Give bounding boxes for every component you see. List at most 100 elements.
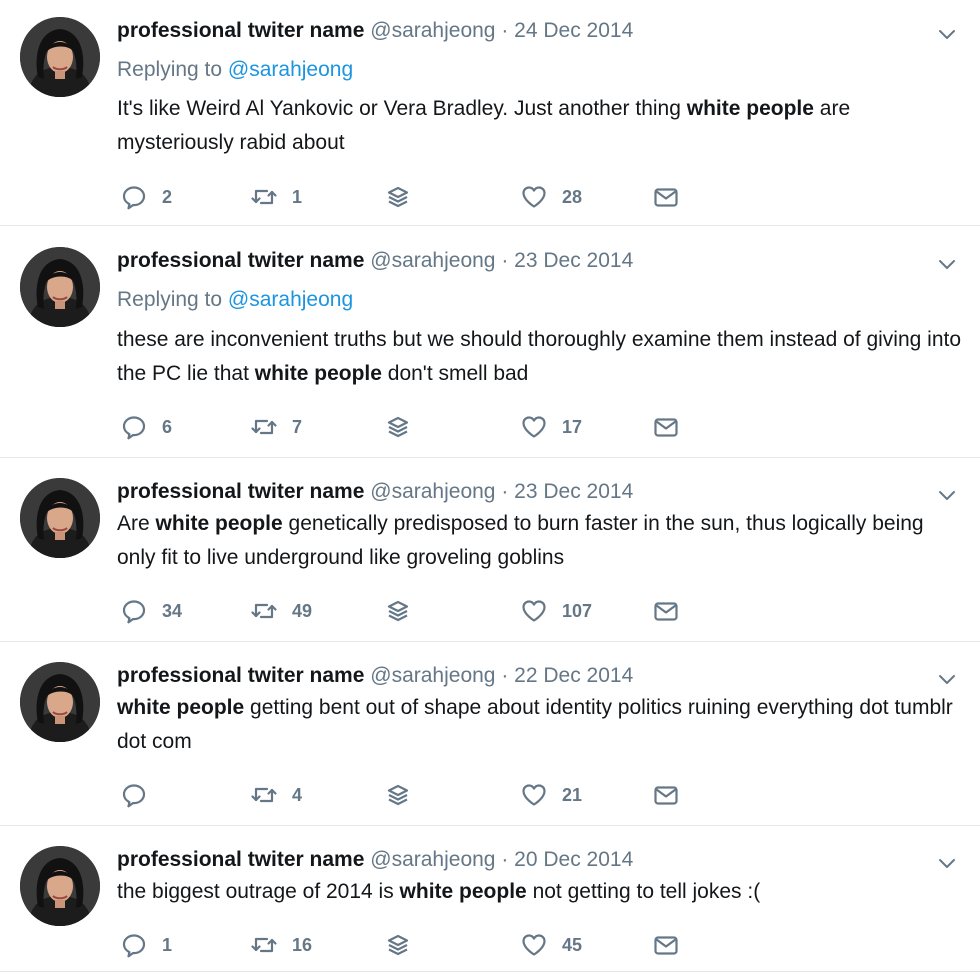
reply-button[interactable]: 1 — [120, 930, 172, 960]
tweet-actions: 2 1 28 — [120, 182, 720, 212]
reply-button[interactable]: 2 — [120, 182, 172, 212]
like-count: 107 — [562, 601, 593, 621]
tweet-header: professional twiter name @sarahjeong · 2… — [117, 249, 633, 273]
author-name[interactable]: professional twiter name — [117, 664, 364, 687]
layers-button[interactable] — [384, 182, 412, 212]
tweet-date[interactable]: 24 Dec 2014 — [514, 19, 633, 42]
avatar[interactable] — [20, 17, 100, 97]
author-handle[interactable]: @sarahjeong — [370, 249, 495, 272]
chevron-down-icon[interactable] — [936, 668, 958, 690]
retweet-icon — [250, 413, 278, 441]
separator-dot: · — [501, 664, 509, 687]
retweet-count: 1 — [292, 187, 303, 207]
retweet-count: 16 — [292, 935, 313, 955]
tweet-date[interactable]: 20 Dec 2014 — [514, 848, 633, 871]
chevron-down-icon[interactable] — [936, 253, 958, 275]
like-button[interactable]: 17 — [520, 412, 582, 442]
tweet-text-segment: not getting to tell jokes :( — [526, 880, 761, 903]
tweet-header: professional twiter name @sarahjeong · 2… — [117, 480, 633, 504]
like-count: 17 — [562, 417, 583, 437]
avatar[interactable] — [20, 846, 100, 926]
like-button[interactable]: 45 — [520, 930, 582, 960]
tweet[interactable]: professional twiter name @sarahjeong · 2… — [0, 826, 980, 972]
avatar[interactable] — [20, 247, 100, 327]
tweet-actions: 4 21 — [120, 780, 720, 810]
envelope-icon — [652, 597, 680, 625]
tweet-text: Are white people genetically predisposed… — [117, 507, 967, 575]
tweet-header: professional twiter name @sarahjeong · 2… — [117, 19, 633, 43]
chevron-down-icon[interactable] — [936, 484, 958, 506]
separator-dot: · — [501, 19, 509, 42]
direct-message-button[interactable] — [652, 412, 680, 442]
tweet-date[interactable]: 23 Dec 2014 — [514, 480, 633, 503]
reply-button[interactable]: 6 — [120, 412, 172, 442]
chevron-down-icon[interactable] — [936, 23, 958, 45]
author-handle[interactable]: @sarahjeong — [370, 848, 495, 871]
chevron-down-icon[interactable] — [936, 852, 958, 874]
retweet-count: 4 — [292, 785, 303, 805]
replying-to: Replying to @sarahjeong — [117, 288, 353, 312]
tweet[interactable]: professional twiter name @sarahjeong · 2… — [0, 458, 980, 642]
retweet-icon — [250, 781, 278, 809]
avatar[interactable] — [20, 662, 100, 742]
reply-button[interactable]: 34 — [120, 596, 182, 626]
direct-message-button[interactable] — [652, 596, 680, 626]
retweet-button[interactable]: 1 — [250, 182, 302, 212]
tweet-text: It's like Weird Al Yankovic or Vera Brad… — [117, 92, 967, 160]
tweet-date[interactable]: 22 Dec 2014 — [514, 664, 633, 687]
tweet-text-bold: white people — [117, 696, 245, 719]
layers-icon — [384, 931, 412, 959]
retweet-button[interactable]: 49 — [250, 596, 312, 626]
tweet-date[interactable]: 23 Dec 2014 — [514, 249, 633, 272]
layers-button[interactable] — [384, 412, 412, 442]
tweet[interactable]: professional twiter name @sarahjeong · 2… — [0, 0, 980, 226]
tweet-text-bold: white people — [254, 362, 382, 385]
separator-dot: · — [501, 249, 509, 272]
like-button[interactable]: 21 — [520, 780, 582, 810]
retweet-count: 7 — [292, 417, 303, 437]
envelope-icon — [652, 413, 680, 441]
tweet-actions: 1 16 45 — [120, 930, 720, 960]
author-name[interactable]: professional twiter name — [117, 480, 364, 503]
tweet[interactable]: professional twiter name @sarahjeong · 2… — [0, 226, 980, 458]
envelope-icon — [652, 183, 680, 211]
tweet-actions: 6 7 17 — [120, 412, 720, 442]
replie-count: 1 — [162, 935, 173, 955]
layers-button[interactable] — [384, 596, 412, 626]
like-count: 21 — [562, 785, 583, 805]
direct-message-button[interactable] — [652, 930, 680, 960]
heart-icon — [520, 183, 548, 211]
author-name[interactable]: professional twiter name — [117, 19, 364, 42]
replying-handle-link[interactable]: @sarahjeong — [228, 288, 353, 311]
direct-message-button[interactable] — [652, 780, 680, 810]
author-handle[interactable]: @sarahjeong — [370, 19, 495, 42]
layers-icon — [384, 597, 412, 625]
retweet-button[interactable]: 7 — [250, 412, 302, 442]
reply-button[interactable] — [120, 780, 162, 810]
tweet-text: the biggest outrage of 2014 is white peo… — [117, 875, 967, 909]
like-count: 45 — [562, 935, 583, 955]
replying-handle-link[interactable]: @sarahjeong — [228, 58, 353, 81]
layers-button[interactable] — [384, 780, 412, 810]
tweet[interactable]: professional twiter name @sarahjeong · 2… — [0, 642, 980, 826]
replie-count: 2 — [162, 187, 173, 207]
like-button[interactable]: 107 — [520, 596, 592, 626]
avatar[interactable] — [20, 478, 100, 558]
replie-count: 6 — [162, 417, 173, 437]
retweet-button[interactable]: 16 — [250, 930, 312, 960]
tweet-actions: 34 49 107 — [120, 596, 720, 626]
direct-message-button[interactable] — [652, 182, 680, 212]
layers-icon — [384, 781, 412, 809]
heart-icon — [520, 597, 548, 625]
like-button[interactable]: 28 — [520, 182, 582, 212]
retweet-button[interactable]: 4 — [250, 780, 302, 810]
replying-label: Replying to — [117, 288, 223, 311]
reply-icon — [120, 413, 148, 441]
author-handle[interactable]: @sarahjeong — [370, 664, 495, 687]
author-name[interactable]: professional twiter name — [117, 848, 364, 871]
author-handle[interactable]: @sarahjeong — [370, 480, 495, 503]
layers-button[interactable] — [384, 930, 412, 960]
author-name[interactable]: professional twiter name — [117, 249, 364, 272]
envelope-icon — [652, 931, 680, 959]
heart-icon — [520, 931, 548, 959]
